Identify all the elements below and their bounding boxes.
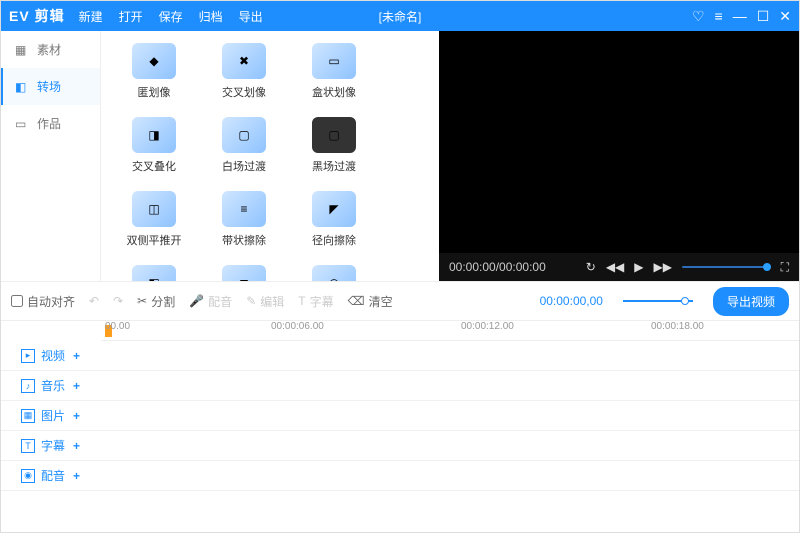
time-ruler[interactable]: 00.00 00:00:06.00 00:00:12.00 00:00:18.0… (101, 321, 799, 341)
split-button[interactable]: ✂分割 (137, 293, 175, 310)
broom-icon: ⌫ (348, 294, 365, 308)
transition-item[interactable]: ◎ (289, 265, 379, 281)
caption-button[interactable]: T字幕 (298, 293, 333, 310)
sidebar-item-material[interactable]: ▦ 素材 (1, 31, 100, 68)
transition-item[interactable]: ▢黑场过渡 (289, 117, 379, 187)
grid-icon: ▦ (15, 43, 29, 57)
maximize-icon[interactable]: ☐ (757, 8, 770, 25)
transition-item[interactable]: ▢白场过渡 (199, 117, 289, 187)
transition-item[interactable]: ◆匿划像 (109, 43, 199, 113)
sidebar-item-works[interactable]: ▭ 作品 (1, 105, 100, 142)
add-icon[interactable]: + (73, 379, 80, 393)
text-icon: T (298, 294, 305, 308)
transition-item[interactable]: ◫双侧平推开 (109, 191, 199, 261)
track-dub[interactable]: ◉配音+ (1, 467, 101, 484)
play-icon[interactable]: ▶ (634, 260, 643, 274)
mic-track-icon: ◉ (21, 469, 35, 483)
transition-item[interactable]: ≣ (199, 265, 289, 281)
list-icon[interactable]: ≡ (715, 8, 723, 24)
menu-save[interactable]: 保存 (159, 8, 183, 25)
preview-slider[interactable] (682, 266, 771, 268)
undo-icon: ↶ (89, 294, 99, 308)
menu-new[interactable]: 新建 (79, 8, 103, 25)
ruler-mark: 00:00:18.00 (651, 321, 704, 332)
sidebar-label: 素材 (37, 41, 61, 58)
scissors-icon: ✂ (137, 294, 147, 308)
transition-item[interactable]: ◤径向擦除 (289, 191, 379, 261)
transition-item[interactable]: ≡带状擦除 (199, 191, 289, 261)
replay-icon[interactable]: ↻ (586, 260, 596, 274)
rewind-icon[interactable]: ◀◀ (606, 260, 624, 274)
mic-icon: 🎤 (189, 294, 204, 308)
menu-archive[interactable]: 归档 (199, 8, 223, 25)
add-icon[interactable]: + (73, 439, 80, 453)
timecode: 00:00:00,00 (540, 294, 603, 308)
redo-icon: ↷ (113, 294, 123, 308)
caption-icon: T (21, 439, 35, 453)
sidebar-label: 作品 (37, 115, 61, 132)
track-video[interactable]: ▸视频+ (1, 347, 101, 364)
sidebar-item-transition[interactable]: ◧ 转场 (1, 68, 100, 105)
export-button[interactable]: 导出视频 (713, 287, 789, 316)
track-caption[interactable]: T字幕+ (1, 437, 101, 454)
transition-item[interactable]: ◧ (109, 265, 199, 281)
auto-align-input[interactable] (11, 295, 23, 307)
video-icon: ▸ (21, 349, 35, 363)
auto-align-checkbox[interactable]: 自动对齐 (11, 293, 75, 310)
zoom-slider[interactable] (623, 300, 693, 302)
add-icon[interactable]: + (73, 349, 80, 363)
transition-gallery: ◆匿划像 ✖交叉划像 ▭盒状划像 ◨交叉叠化 ▢白场过渡 ▢黑场过渡 ◫双侧平推… (101, 31, 439, 281)
music-icon: ♪ (21, 379, 35, 393)
close-icon[interactable]: ✕ (779, 8, 791, 25)
transition-icon: ◧ (15, 80, 29, 94)
menu-open[interactable]: 打开 (119, 8, 143, 25)
fullscreen-icon[interactable]: ⛶ (781, 260, 789, 275)
track-music[interactable]: ♪音乐+ (1, 377, 101, 394)
edit-button[interactable]: ✎编辑 (246, 293, 284, 310)
ruler-mark: 00:00:12.00 (461, 321, 514, 332)
add-icon[interactable]: + (73, 469, 80, 483)
brand: EV 剪辑 (9, 6, 65, 26)
clear-button[interactable]: ⌫清空 (348, 293, 393, 310)
ruler-mark: 00.00 (105, 321, 130, 332)
pencil-icon: ✎ (246, 294, 256, 308)
track-image[interactable]: ▦图片+ (1, 407, 101, 424)
preview-panel: 00:00:00/00:00:00 ↻ ◀◀ ▶ ▶▶ ⛶ (439, 31, 799, 281)
forward-icon[interactable]: ▶▶ (654, 260, 672, 274)
transition-item[interactable]: ▭盒状划像 (289, 43, 379, 113)
minimize-icon[interactable]: — (733, 8, 747, 24)
folder-icon: ▭ (15, 117, 29, 131)
dub-button[interactable]: 🎤配音 (189, 293, 232, 310)
menu-export[interactable]: 导出 (239, 8, 263, 25)
project-title: [未命名] (379, 8, 422, 25)
ruler-mark: 00:00:06.00 (271, 321, 324, 332)
sidebar-label: 转场 (37, 78, 61, 95)
transition-item[interactable]: ◨交叉叠化 (109, 117, 199, 187)
transition-item[interactable]: ✖交叉划像 (199, 43, 289, 113)
preview-video[interactable] (439, 31, 799, 253)
add-icon[interactable]: + (73, 409, 80, 423)
preview-time: 00:00:00/00:00:00 (449, 260, 546, 274)
user-icon[interactable]: ♡ (692, 8, 705, 25)
image-icon: ▦ (21, 409, 35, 423)
